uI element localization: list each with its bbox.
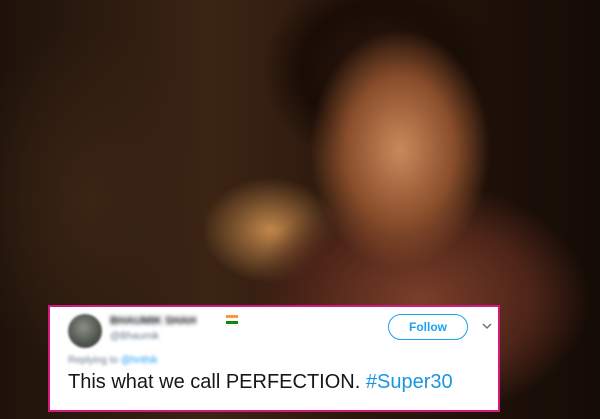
tweet-text: This what we call PERFECTION. #Super30 [68, 371, 453, 394]
hashtag-link[interactable]: #Super30 [366, 371, 453, 393]
display-name[interactable]: BHAUMIK SHAH [110, 315, 196, 327]
chevron-down-icon[interactable] [482, 321, 492, 331]
reply-mention-link[interactable]: @hrithik [121, 355, 158, 366]
user-handle[interactable]: @Bhaumik [110, 331, 159, 342]
tweet-body: This what we call PERFECTION. [68, 371, 361, 393]
follow-button[interactable]: Follow [388, 314, 468, 340]
india-flag-icon [226, 315, 238, 324]
replying-to-line: Replying to @hrithik [68, 355, 158, 366]
avatar[interactable] [68, 314, 102, 348]
tweet-card: BHAUMIK SHAH @Bhaumik Follow Replying to… [48, 305, 500, 412]
replying-to-label: Replying to [68, 355, 119, 366]
